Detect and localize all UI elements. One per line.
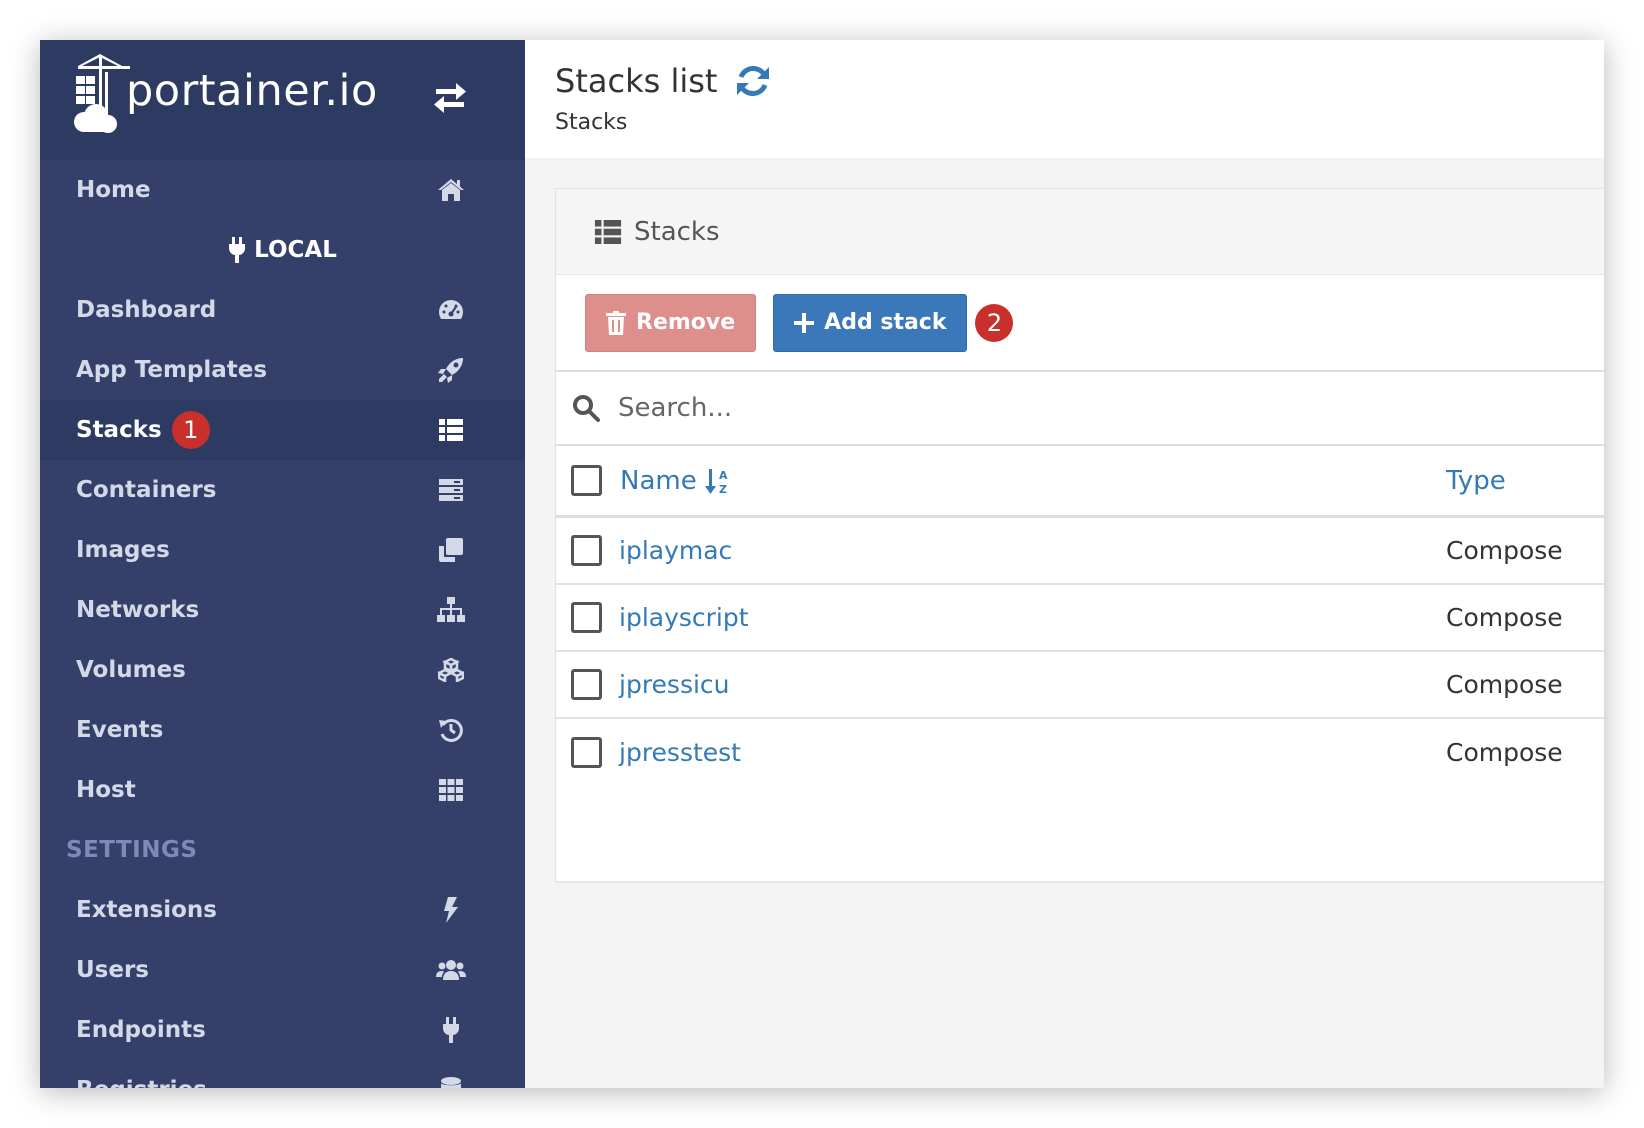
sidebar-item-label: App Templates bbox=[76, 357, 268, 383]
stacks-widget: Stacks Remove Add stack 2 Search... Name… bbox=[555, 188, 1604, 882]
type-column-header[interactable]: Type bbox=[1446, 466, 1506, 496]
sidebar-item-dashboard[interactable]: Dashboard bbox=[40, 280, 525, 340]
search-icon bbox=[573, 395, 600, 422]
sidebar-item-label: Users bbox=[76, 957, 149, 983]
trash-icon bbox=[606, 310, 626, 335]
stack-name-link[interactable]: iplaymac bbox=[619, 536, 732, 565]
table-row: jpressicu Compose bbox=[556, 652, 1604, 719]
clone-icon bbox=[436, 535, 466, 565]
sidebar-item-label: Events bbox=[76, 717, 164, 743]
sidebar-item-label: Endpoints bbox=[76, 1017, 206, 1043]
home-icon bbox=[436, 175, 466, 205]
plug-icon bbox=[436, 1015, 466, 1045]
th-list-icon bbox=[436, 415, 466, 445]
stack-type: Compose bbox=[1446, 603, 1563, 632]
sidebar-item-label: Registries bbox=[76, 1077, 207, 1088]
sidebar-item-extensions[interactable]: Extensions bbox=[40, 880, 525, 940]
sidebar-item-label: Stacks bbox=[76, 417, 162, 443]
stack-name-link[interactable]: jpressicu bbox=[619, 670, 730, 699]
page-title: Stacks list bbox=[555, 62, 718, 100]
settings-section-title: SETTINGS bbox=[66, 837, 198, 863]
th-list-icon bbox=[594, 219, 622, 244]
cubes-icon bbox=[436, 655, 466, 685]
step-badge: 2 bbox=[975, 303, 1014, 342]
add-stack-button[interactable]: Add stack bbox=[773, 293, 968, 352]
portainer-logo-icon[interactable] bbox=[72, 54, 132, 136]
endpoint-name: LOCAL bbox=[254, 237, 337, 263]
bolt-icon bbox=[436, 895, 466, 925]
sidebar-item-host[interactable]: Host bbox=[40, 760, 525, 820]
row-checkbox[interactable] bbox=[571, 535, 602, 566]
sidebar-item-events[interactable]: Events bbox=[40, 700, 525, 760]
action-bar: Remove Add stack 2 bbox=[556, 275, 1604, 372]
sidebar-item-label: Host bbox=[76, 777, 136, 803]
sidebar-item-label: Images bbox=[76, 537, 170, 563]
table-row: jpresstest Compose bbox=[556, 719, 1604, 786]
sidebar-item-registries[interactable]: Registries bbox=[40, 1060, 525, 1088]
search-bar bbox=[556, 372, 1604, 446]
sidebar-item-networks[interactable]: Networks bbox=[40, 580, 525, 640]
main-content: Stacks list Stacks Stacks Remove Add sta… bbox=[525, 40, 1604, 1088]
row-checkbox[interactable] bbox=[571, 669, 602, 700]
name-column-label[interactable]: Name bbox=[620, 466, 697, 496]
stack-type: Compose bbox=[1446, 738, 1563, 767]
sidebar-item-label: Dashboard bbox=[76, 297, 217, 323]
sidebar-item-label: Extensions bbox=[76, 897, 217, 923]
stack-name-link[interactable]: iplayscript bbox=[619, 603, 749, 632]
app-window: portainer.io Home LOCAL Dashboard App Te… bbox=[40, 40, 1604, 1088]
sidebar-item-volumes[interactable]: Volumes bbox=[40, 640, 525, 700]
name-column-header[interactable]: Name A Z bbox=[571, 465, 731, 496]
table-row: iplaymac Compose bbox=[556, 518, 1604, 585]
tachometer-icon bbox=[436, 295, 466, 325]
users-icon bbox=[436, 955, 466, 985]
sidebar: portainer.io Home LOCAL Dashboard App Te… bbox=[40, 40, 525, 1088]
server-icon bbox=[436, 475, 466, 505]
remove-button-label: Remove bbox=[636, 310, 736, 335]
exchange-icon[interactable] bbox=[432, 82, 468, 114]
sidebar-item-stacks[interactable]: Stacks 1 bbox=[40, 400, 525, 460]
stack-name-link[interactable]: jpresstest bbox=[619, 738, 741, 767]
sidebar-item-images[interactable]: Images bbox=[40, 520, 525, 580]
select-all-checkbox[interactable] bbox=[571, 465, 602, 496]
database-icon bbox=[436, 1075, 466, 1088]
th-icon bbox=[436, 775, 466, 805]
search-input[interactable] bbox=[618, 393, 1518, 423]
page-header: Stacks list Stacks bbox=[525, 40, 1604, 158]
rocket-icon bbox=[436, 355, 466, 385]
sitemap-icon bbox=[436, 595, 466, 625]
table-row: iplayscript Compose bbox=[556, 585, 1604, 652]
table-header: Name A Z Type bbox=[556, 446, 1604, 518]
breadcrumb: Stacks bbox=[555, 110, 628, 135]
svg-text:Z: Z bbox=[719, 483, 727, 495]
step-badge: 1 bbox=[171, 411, 210, 449]
svg-text:A: A bbox=[719, 469, 728, 482]
brand-bar: portainer.io bbox=[40, 40, 525, 160]
stacks-table: Name A Z Type iplaymac Compose iplayscri… bbox=[556, 446, 1604, 786]
plus-icon bbox=[794, 312, 815, 333]
sidebar-item-users[interactable]: Users bbox=[40, 940, 525, 1000]
stack-type: Compose bbox=[1446, 670, 1563, 699]
sidebar-item-label: Home bbox=[76, 177, 151, 203]
sidebar-item-app-templates[interactable]: App Templates bbox=[40, 340, 525, 400]
refresh-icon[interactable] bbox=[735, 63, 771, 99]
widget-title: Stacks bbox=[634, 216, 720, 247]
sidebar-item-containers[interactable]: Containers bbox=[40, 460, 525, 520]
row-checkbox[interactable] bbox=[571, 737, 602, 768]
widget-header: Stacks bbox=[556, 189, 1604, 275]
sidebar-item-endpoints[interactable]: Endpoints bbox=[40, 1000, 525, 1060]
row-checkbox[interactable] bbox=[571, 602, 602, 633]
brand-name: portainer.io bbox=[126, 66, 378, 116]
remove-button[interactable]: Remove bbox=[585, 293, 757, 352]
plug-icon bbox=[229, 237, 246, 263]
sidebar-item-label: Containers bbox=[76, 477, 217, 503]
sidebar-item-label: Volumes bbox=[76, 657, 186, 683]
stack-type: Compose bbox=[1446, 536, 1563, 565]
sidebar-item-label: Networks bbox=[76, 597, 200, 623]
add-stack-button-label: Add stack bbox=[824, 310, 947, 335]
history-icon bbox=[436, 715, 466, 745]
page-title-wrapper: Stacks list bbox=[555, 62, 771, 100]
sidebar-item-home[interactable]: Home bbox=[40, 160, 525, 220]
endpoint-header: LOCAL bbox=[40, 220, 525, 280]
sort-alpha-icon[interactable]: A Z bbox=[704, 467, 731, 495]
